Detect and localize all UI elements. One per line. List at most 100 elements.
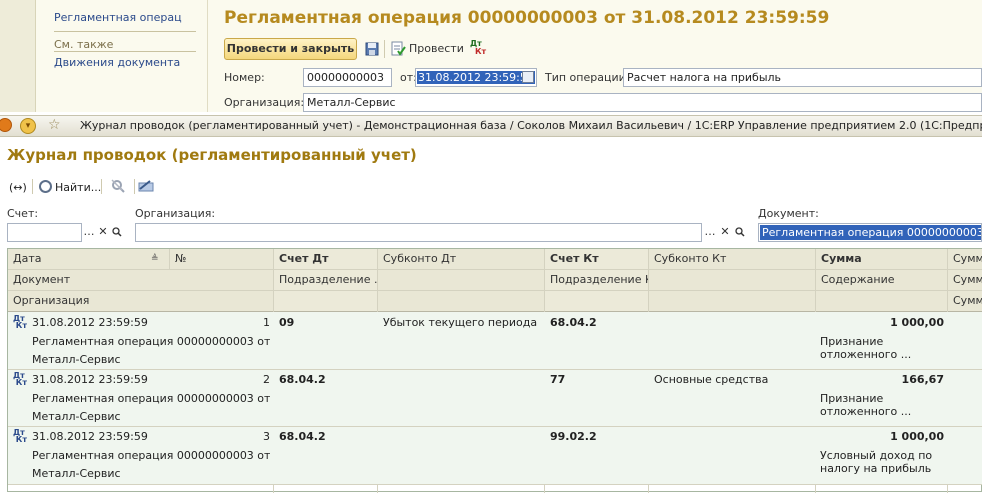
date-value: 31.08.2012 23:59:59 <box>417 71 535 84</box>
document-side-panel: Регламентная операц См. также Движения д… <box>36 0 208 112</box>
calendar-icon[interactable] <box>522 71 534 83</box>
column-header-department-dt[interactable]: Подразделение ... <box>274 270 378 291</box>
toolbar-separator <box>134 179 135 194</box>
document-filter-input[interactable]: Регламентная операция 00000000003 от 31.… <box>758 223 982 242</box>
row-organization: Металл-Сервис <box>32 353 121 366</box>
column-header-sum-4[interactable]: Сумма <box>948 291 982 312</box>
posting-icon: Дт Кт <box>13 428 27 444</box>
toolbar-separator <box>32 179 33 194</box>
column-header-sum-2[interactable]: Сумма <box>948 249 982 270</box>
navigate-button[interactable]: (↔) <box>9 178 27 196</box>
dtkt-report-icon[interactable]: Дт Кт <box>470 40 486 58</box>
posting-icon: Дт Кт <box>13 314 27 330</box>
row-content-line-2: налогу на прибыль <box>820 462 932 475</box>
operation-type-label: Тип операции: <box>545 71 630 84</box>
number-field[interactable]: 00000000003 <box>303 68 392 87</box>
row-content: Условный доход по налогу на прибыль <box>820 449 932 475</box>
edit-icon[interactable] <box>138 180 154 192</box>
row-account-kt: 77 <box>550 373 566 386</box>
row-content-line-1: Условный доход по <box>820 449 933 462</box>
row-document: Регламентная операция 00000000003 от 31.… <box>32 392 270 405</box>
row-sum: 166,67 <box>901 373 944 386</box>
window-left-strip <box>0 0 36 112</box>
post-and-close-button[interactable]: Провести и закрыть <box>224 38 357 60</box>
organization-filter-input[interactable] <box>135 223 702 242</box>
column-header-date[interactable]: Дата <box>8 249 168 270</box>
account-filter-clear-icon[interactable]: ✕ <box>96 223 110 242</box>
journal-title: Журнал проводок (регламентированный учет… <box>7 146 417 164</box>
organization-label: Организация: <box>224 96 305 109</box>
column-header-content[interactable]: Содержание <box>816 270 948 291</box>
row-content-line-1: Признание <box>820 335 884 348</box>
toolbar-separator <box>384 40 385 58</box>
row-date: 31.08.2012 23:59:59 <box>32 430 148 443</box>
organization-field[interactable]: Металл-Сервис <box>303 93 982 112</box>
see-also-label: См. также <box>54 38 114 51</box>
save-icon[interactable] <box>364 41 380 57</box>
column-header-number[interactable]: № <box>170 249 270 270</box>
header-divider <box>8 269 982 270</box>
number-label: Номер: <box>224 71 265 84</box>
find-label: Найти... <box>55 180 102 194</box>
row-number: 1 <box>263 316 270 329</box>
row-organization: Металл-Сервис <box>32 467 121 480</box>
column-header-account-dt[interactable]: Счет Дт <box>274 249 378 270</box>
row-sum: 1 000,00 <box>890 430 944 443</box>
column-header-sum[interactable]: Сумма <box>816 249 948 270</box>
document-title: Регламентная операция 00000000003 от 31.… <box>224 8 830 28</box>
dropdown-menu-icon[interactable]: ▾ <box>20 118 36 134</box>
document-filter-value: Регламентная операция 00000000003 от 31.… <box>760 225 981 240</box>
journal-titlebar-text: Журнал проводок (регламентированный учет… <box>80 119 982 132</box>
account-filter-label: Счет: <box>7 207 39 220</box>
row-account-kt: 99.02.2 <box>550 430 597 443</box>
journal-grid: Дата ≜ № Документ Организация Счет Дт По… <box>7 248 982 493</box>
row-content-line-1: Признание <box>820 392 884 405</box>
document-filter-label: Документ: <box>758 207 819 220</box>
find-button[interactable]: Найти... <box>39 178 101 196</box>
row-number: 2 <box>263 373 270 386</box>
toolbar-separator <box>101 179 102 194</box>
date-field[interactable]: 31.08.2012 23:59:59 <box>415 68 537 87</box>
account-filter-input[interactable] <box>7 223 82 242</box>
row-date: 31.08.2012 23:59:59 <box>32 373 148 386</box>
search-icon <box>39 179 52 193</box>
organization-filter-label: Организация: <box>135 207 216 220</box>
column-header-organization[interactable]: Организация <box>8 291 273 312</box>
row-account-dt: 09 <box>279 316 295 329</box>
row-account-kt: 68.04.2 <box>550 316 597 329</box>
column-header-department-kt[interactable]: Подразделение Кт <box>545 270 649 291</box>
row-content: Признание отложенного ... <box>820 392 911 418</box>
row-document: Регламентная операция 00000000003 от 31.… <box>32 335 270 348</box>
row-document: Регламентная операция 00000000003 от 31.… <box>32 449 270 462</box>
row-organization: Металл-Сервис <box>32 410 121 423</box>
operation-type-field[interactable]: Расчет налога на прибыль <box>623 68 982 87</box>
column-header-subconto-dt[interactable]: Субконто Дт <box>378 249 544 270</box>
side-panel-divider-2 <box>54 51 196 52</box>
column-header-document[interactable]: Документ <box>8 270 273 291</box>
row-content: Признание отложенного ... <box>820 335 911 361</box>
document-movements-link[interactable]: Движения документа <box>54 56 180 69</box>
col-divider <box>169 249 170 270</box>
favorite-star-icon[interactable]: ☆ <box>48 117 61 133</box>
column-header-account-kt[interactable]: Счет Кт <box>545 249 649 270</box>
row-account-dt: 68.04.2 <box>279 430 326 443</box>
row-subconto-kt: Основные средства <box>654 373 769 386</box>
organization-filter-clear-icon[interactable]: ✕ <box>718 223 732 242</box>
column-header-sum-3[interactable]: Сумма <box>948 270 982 291</box>
side-panel-title[interactable]: Регламентная операц <box>54 11 204 24</box>
organization-filter-search-icon[interactable] <box>733 223 747 242</box>
row-sum: 1 000,00 <box>890 316 944 329</box>
account-filter-search-icon[interactable] <box>110 223 124 242</box>
cancel-search-icon[interactable] <box>110 178 126 194</box>
row-content-line-2: отложенного ... <box>820 348 912 361</box>
sort-order-icon[interactable]: ≜ <box>151 254 159 264</box>
row-content-line-2: отложенного ... <box>820 405 912 418</box>
row-subconto-dt: Убыток текущего периода <box>383 316 538 329</box>
row-date: 31.08.2012 23:59:59 <box>32 316 148 329</box>
post-document-icon[interactable] <box>390 41 406 57</box>
account-filter-select-button[interactable]: … <box>82 223 96 242</box>
post-button[interactable]: Провести <box>409 42 464 55</box>
organization-filter-select-button[interactable]: … <box>703 223 717 242</box>
row-account-dt: 68.04.2 <box>279 373 326 386</box>
column-header-subconto-kt[interactable]: Субконто Кт <box>649 249 815 270</box>
